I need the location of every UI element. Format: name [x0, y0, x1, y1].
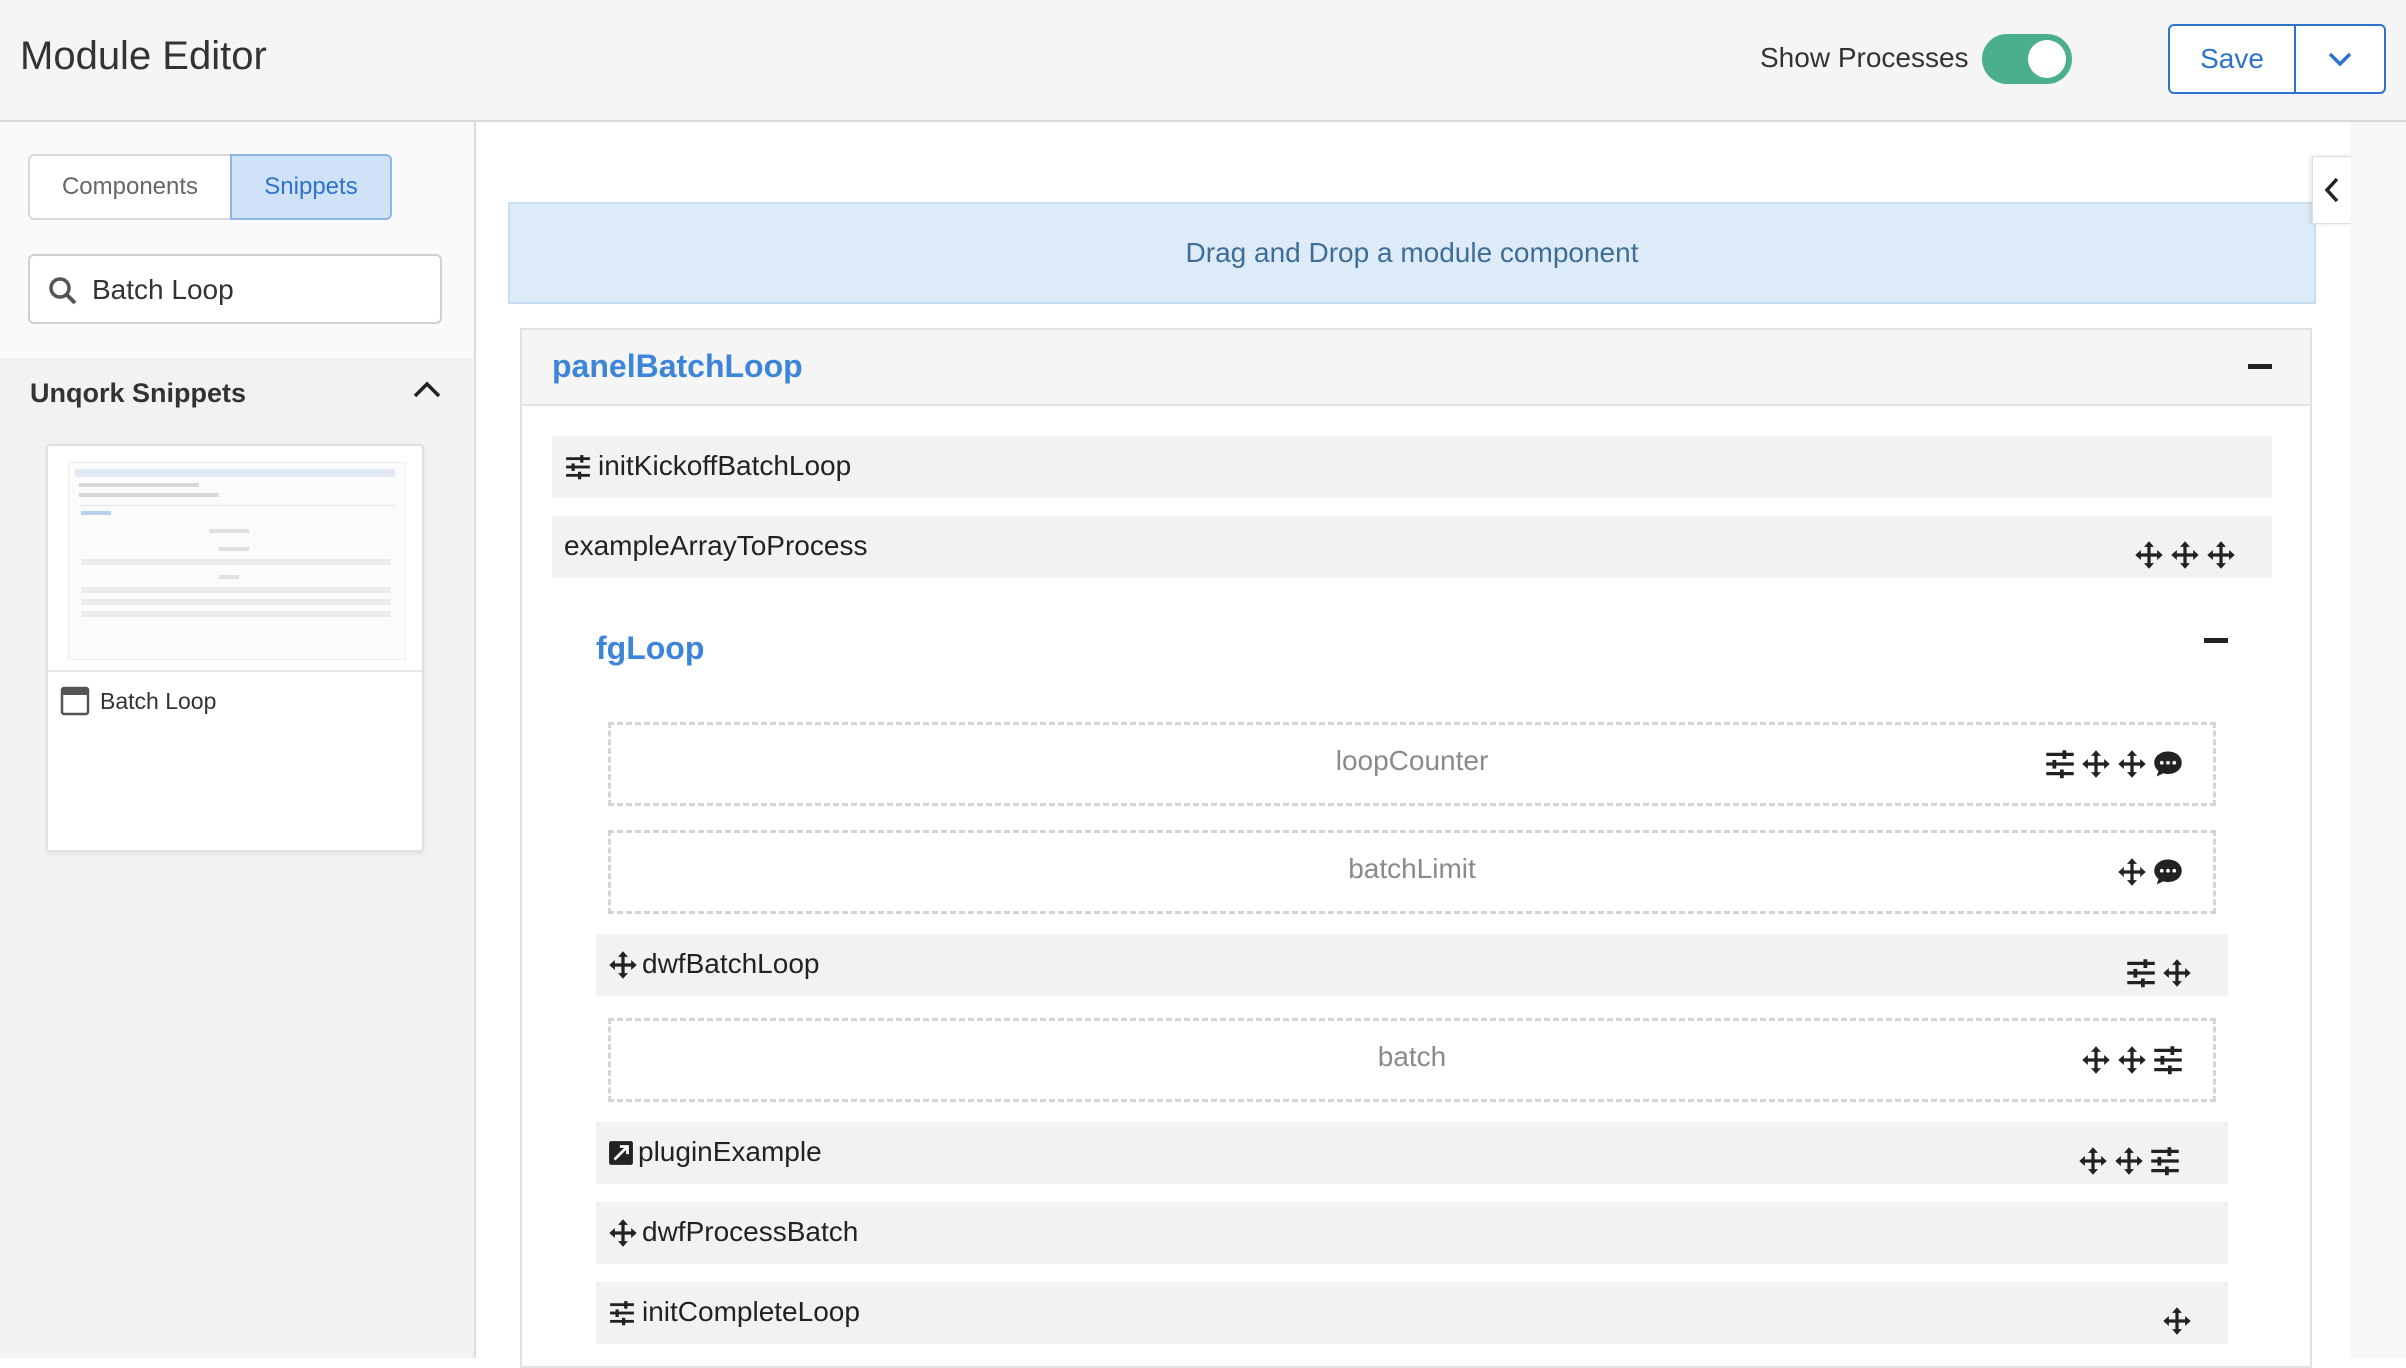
- initializer-icon: [564, 454, 592, 480]
- initializer-icon: [608, 1300, 636, 1326]
- panel-title[interactable]: panelBatchLoop: [552, 348, 803, 385]
- chevron-up-icon[interactable]: [412, 380, 442, 400]
- component-label: pluginExample: [638, 1136, 822, 1167]
- component-label: dwfBatchLoop: [642, 948, 820, 979]
- snippet-thumbnail: [68, 462, 406, 660]
- collapse-panel-button[interactable]: [2312, 156, 2351, 224]
- snippet-card[interactable]: Batch Loop: [46, 444, 424, 852]
- component-row[interactable]: dwfProcessBatch: [596, 1202, 2228, 1264]
- component-row[interactable]: dwfBatchLoop: [596, 934, 2228, 996]
- process-icons: [2162, 1306, 2192, 1336]
- process-icons: [2126, 958, 2192, 988]
- snippet-label: Batch Loop: [100, 688, 217, 714]
- right-panel-strip: [2350, 122, 2406, 1358]
- move-icon[interactable]: [2134, 540, 2164, 570]
- page-title: Module Editor: [20, 34, 267, 78]
- move-icon[interactable]: [2170, 540, 2200, 570]
- process-icons: [2078, 1146, 2180, 1176]
- component-row[interactable]: initCompleteLoop: [596, 1282, 2228, 1344]
- component-row[interactable]: exampleArrayToProcess: [552, 516, 2272, 578]
- tab-components[interactable]: Components: [28, 154, 232, 220]
- move-icon[interactable]: [2081, 749, 2111, 779]
- move-icon[interactable]: [2206, 540, 2236, 570]
- component-label: loopCounter: [1335, 745, 1489, 776]
- snippets-section-title: Unqork Snippets: [30, 378, 247, 408]
- tab-snippets[interactable]: Snippets: [230, 154, 392, 220]
- process-icons: [2117, 857, 2183, 887]
- comment-icon[interactable]: [2153, 857, 2183, 887]
- save-options-dropdown-button[interactable]: [2296, 26, 2384, 92]
- move-icon: [608, 950, 638, 980]
- plugin-icon: [608, 1140, 634, 1166]
- search-input[interactable]: [90, 266, 424, 314]
- process-icons: [2081, 1045, 2183, 1075]
- initializer-icon[interactable]: [2045, 749, 2075, 779]
- search-box: [28, 254, 442, 324]
- minus-icon[interactable]: [2204, 638, 2228, 643]
- component-label: batch: [1377, 1041, 1447, 1072]
- component-row[interactable]: pluginExample: [596, 1122, 2228, 1184]
- hidden-component[interactable]: loopCounter: [608, 722, 2216, 806]
- move-icon: [608, 1218, 638, 1248]
- move-icon[interactable]: [2117, 1045, 2147, 1075]
- move-icon[interactable]: [2078, 1146, 2108, 1176]
- panel-header: panelBatchLoop: [522, 330, 2310, 406]
- panel-icon: [60, 686, 90, 716]
- component-label: batchLimit: [1348, 853, 1476, 884]
- component-row[interactable]: initKickoffBatchLoop: [552, 436, 2272, 498]
- panel-component[interactable]: panelBatchLoop initKickoffBatchLoop exam…: [520, 328, 2312, 1368]
- component-label: exampleArrayToProcess: [564, 530, 868, 561]
- search-icon: [49, 277, 77, 305]
- builder-canvas: Drag and Drop a module component panelBa…: [476, 122, 2350, 1368]
- chevron-left-icon: [2324, 177, 2339, 203]
- drop-zone[interactable]: Drag and Drop a module component: [508, 202, 2316, 304]
- move-icon[interactable]: [2081, 1045, 2111, 1075]
- initializer-icon[interactable]: [2126, 958, 2156, 988]
- top-header: Module Editor Show Processes Save: [0, 0, 2406, 122]
- save-button-group: Save: [2168, 24, 2386, 94]
- hidden-component[interactable]: batch: [608, 1018, 2216, 1102]
- component-label: dwfProcessBatch: [642, 1216, 859, 1247]
- chevron-down-icon: [2328, 52, 2352, 67]
- field-group-title[interactable]: fgLoop: [596, 630, 704, 667]
- initializer-icon[interactable]: [2153, 1045, 2183, 1075]
- save-button[interactable]: Save: [2170, 26, 2296, 92]
- sidebar: Components Snippets Unqork Snippets Batc…: [0, 122, 476, 1358]
- sidebar-controls: Components Snippets: [0, 122, 474, 358]
- hidden-component[interactable]: batchLimit: [608, 830, 2216, 914]
- show-processes-label: Show Processes: [1760, 42, 1969, 73]
- move-icon[interactable]: [2117, 749, 2147, 779]
- component-label: initCompleteLoop: [642, 1296, 860, 1327]
- show-processes-toggle[interactable]: [1982, 34, 2072, 84]
- process-icons: [2045, 749, 2183, 779]
- toggle-knob: [2028, 40, 2066, 78]
- comment-icon[interactable]: [2153, 749, 2183, 779]
- minus-icon[interactable]: [2248, 364, 2272, 369]
- move-icon[interactable]: [2117, 857, 2147, 887]
- snippet-card-footer: Batch Loop: [48, 670, 422, 732]
- move-icon[interactable]: [2114, 1146, 2144, 1176]
- move-icon[interactable]: [2162, 1306, 2192, 1336]
- move-icon[interactable]: [2162, 958, 2192, 988]
- initializer-icon[interactable]: [2150, 1146, 2180, 1176]
- process-icons: [2134, 540, 2236, 570]
- component-label: initKickoffBatchLoop: [598, 450, 852, 481]
